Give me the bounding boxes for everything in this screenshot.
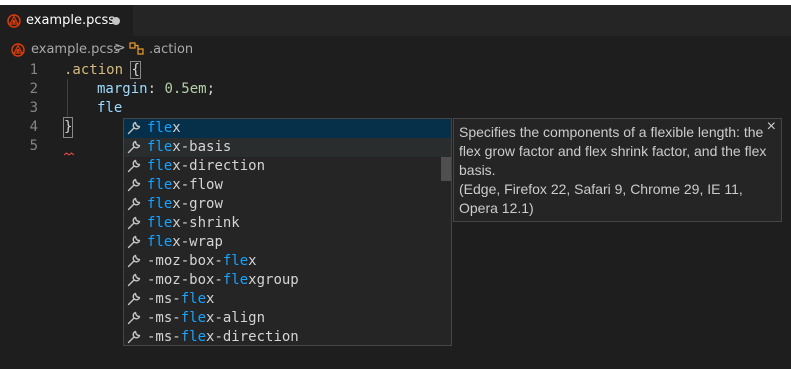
suggestion-item[interactable]: flex-flow [124, 176, 451, 195]
semicolon: ; [206, 81, 216, 97]
suggestion-match: fle [147, 177, 173, 193]
colon: : [147, 81, 157, 97]
suggestion-item[interactable]: -moz-box-flex [124, 252, 451, 271]
breadcrumb-symbol[interactable]: .action [149, 42, 193, 57]
suggestion-widget[interactable]: flex flex-basis flex-direction flex-flow fle… [123, 118, 452, 346]
close-brace: } [62, 117, 74, 138]
suggestion-rest: x-direction [206, 329, 299, 345]
tab-bar: example.pcss [0, 5, 791, 36]
suggestion-rest: xgroup [248, 272, 299, 288]
typed-text: fle [97, 100, 123, 116]
details-description: Specifies the components of a flexible l… [459, 124, 767, 178]
line-number: 5 [29, 138, 38, 154]
suggestion-item[interactable]: flex-basis [124, 138, 451, 157]
suggestion-rest: x-direction [172, 158, 266, 174]
suggestion-label: flex-shrink [147, 214, 240, 233]
wrench-icon [127, 330, 141, 345]
css-property: margin [97, 81, 148, 97]
suggestion-label: -ms-flex-direction [147, 328, 299, 345]
css-selector: .action [64, 62, 124, 78]
suggestion-rest: x-align [206, 310, 266, 326]
suggestion-rest: x-flow [172, 177, 223, 193]
suggestion-label: flex-basis [147, 138, 231, 157]
suggestion-match: fle [180, 329, 207, 345]
unsaved-dot-icon[interactable] [112, 17, 120, 25]
suggestion-prefix: -ms- [147, 310, 181, 326]
suggestion-match: fle [222, 253, 249, 269]
suggestion-item[interactable]: -ms-flex-align [124, 309, 451, 328]
breadcrumb-file[interactable]: example.pcss [31, 42, 120, 57]
line-number: 1 [29, 62, 38, 78]
code-line-2[interactable]: 2 margin: 0.5em; [0, 80, 791, 99]
suggestion-label: flex [147, 119, 181, 138]
suggestion-match: fle [222, 272, 249, 288]
suggestion-item[interactable]: -ms-flex [124, 290, 451, 309]
suggestion-match: fle [147, 139, 173, 155]
suggestion-rest: x-grow [172, 196, 223, 212]
line-number: 4 [29, 119, 38, 135]
suggestion-match: fle [147, 196, 173, 212]
tab-example-pcss[interactable]: example.pcss [0, 5, 133, 36]
suggestion-match: fle [180, 310, 207, 326]
suggestion-label: -ms-flex-align [147, 309, 265, 328]
suggestion-item[interactable]: flex-direction [124, 157, 451, 176]
details-browsers: (Edge, Firefox 22, Safari 9, Chrome 29, … [459, 181, 743, 216]
suggestion-label: flex-direction [147, 157, 265, 176]
css-value: 0.5em [164, 81, 207, 97]
line-number: 3 [29, 100, 38, 116]
line-number: 2 [29, 81, 38, 97]
suggestion-rest: x-basis [172, 139, 232, 155]
close-icon[interactable]: × [767, 119, 776, 135]
suggestion-label: -moz-box-flexgroup [147, 271, 299, 290]
suggestion-item[interactable]: -ms-flex-direction [124, 328, 451, 345]
code-line-1[interactable]: 1 .action { [0, 61, 791, 80]
suggestion-rest: x-wrap [172, 234, 223, 250]
suggestion-rest: x-shrink [172, 215, 240, 231]
breadcrumb: example.pcss > .action [0, 38, 791, 60]
postcss-file-icon [7, 14, 21, 28]
suggestion-details: × Specifies the components of a flexible… [453, 118, 782, 222]
postcss-file-icon [11, 43, 25, 57]
code-line-3[interactable]: 3 fle [0, 99, 791, 118]
suggestion-rest: x [248, 253, 257, 269]
suggestion-label: flex-grow [147, 195, 223, 214]
suggestion-prefix: -ms- [147, 329, 181, 345]
suggestion-rest: x [172, 120, 181, 136]
tab-title: example.pcss [26, 13, 116, 28]
suggestion-prefix: -ms- [147, 291, 181, 307]
suggestion-label: -ms-flex [147, 290, 214, 309]
suggestion-match: fle [147, 215, 173, 231]
suggestion-item[interactable]: flex-shrink [124, 214, 451, 233]
suggestion-label: flex-flow [147, 176, 223, 195]
suggestion-rest: x [206, 291, 215, 307]
suggestion-match: fle [147, 234, 173, 250]
suggestion-match: fle [147, 120, 173, 136]
suggestion-item[interactable]: flex [124, 119, 451, 138]
suggestion-prefix: -moz-box- [147, 253, 223, 269]
suggestion-prefix: -moz-box- [147, 272, 223, 288]
open-brace: { [130, 61, 141, 79]
suggestion-item[interactable]: flex-grow [124, 195, 451, 214]
suggestion-match: fle [180, 291, 207, 307]
breadcrumb-separator: > [114, 40, 126, 56]
suggestion-item[interactable]: flex-wrap [124, 233, 451, 252]
symbol-class-icon [129, 42, 144, 55]
error-squiggle [64, 152, 74, 156]
suggestion-item[interactable]: -moz-box-flexgroup [124, 271, 451, 290]
suggestion-label: -moz-box-flex [147, 252, 257, 271]
suggestion-label: flex-wrap [147, 233, 223, 252]
suggestion-match: fle [147, 158, 173, 174]
